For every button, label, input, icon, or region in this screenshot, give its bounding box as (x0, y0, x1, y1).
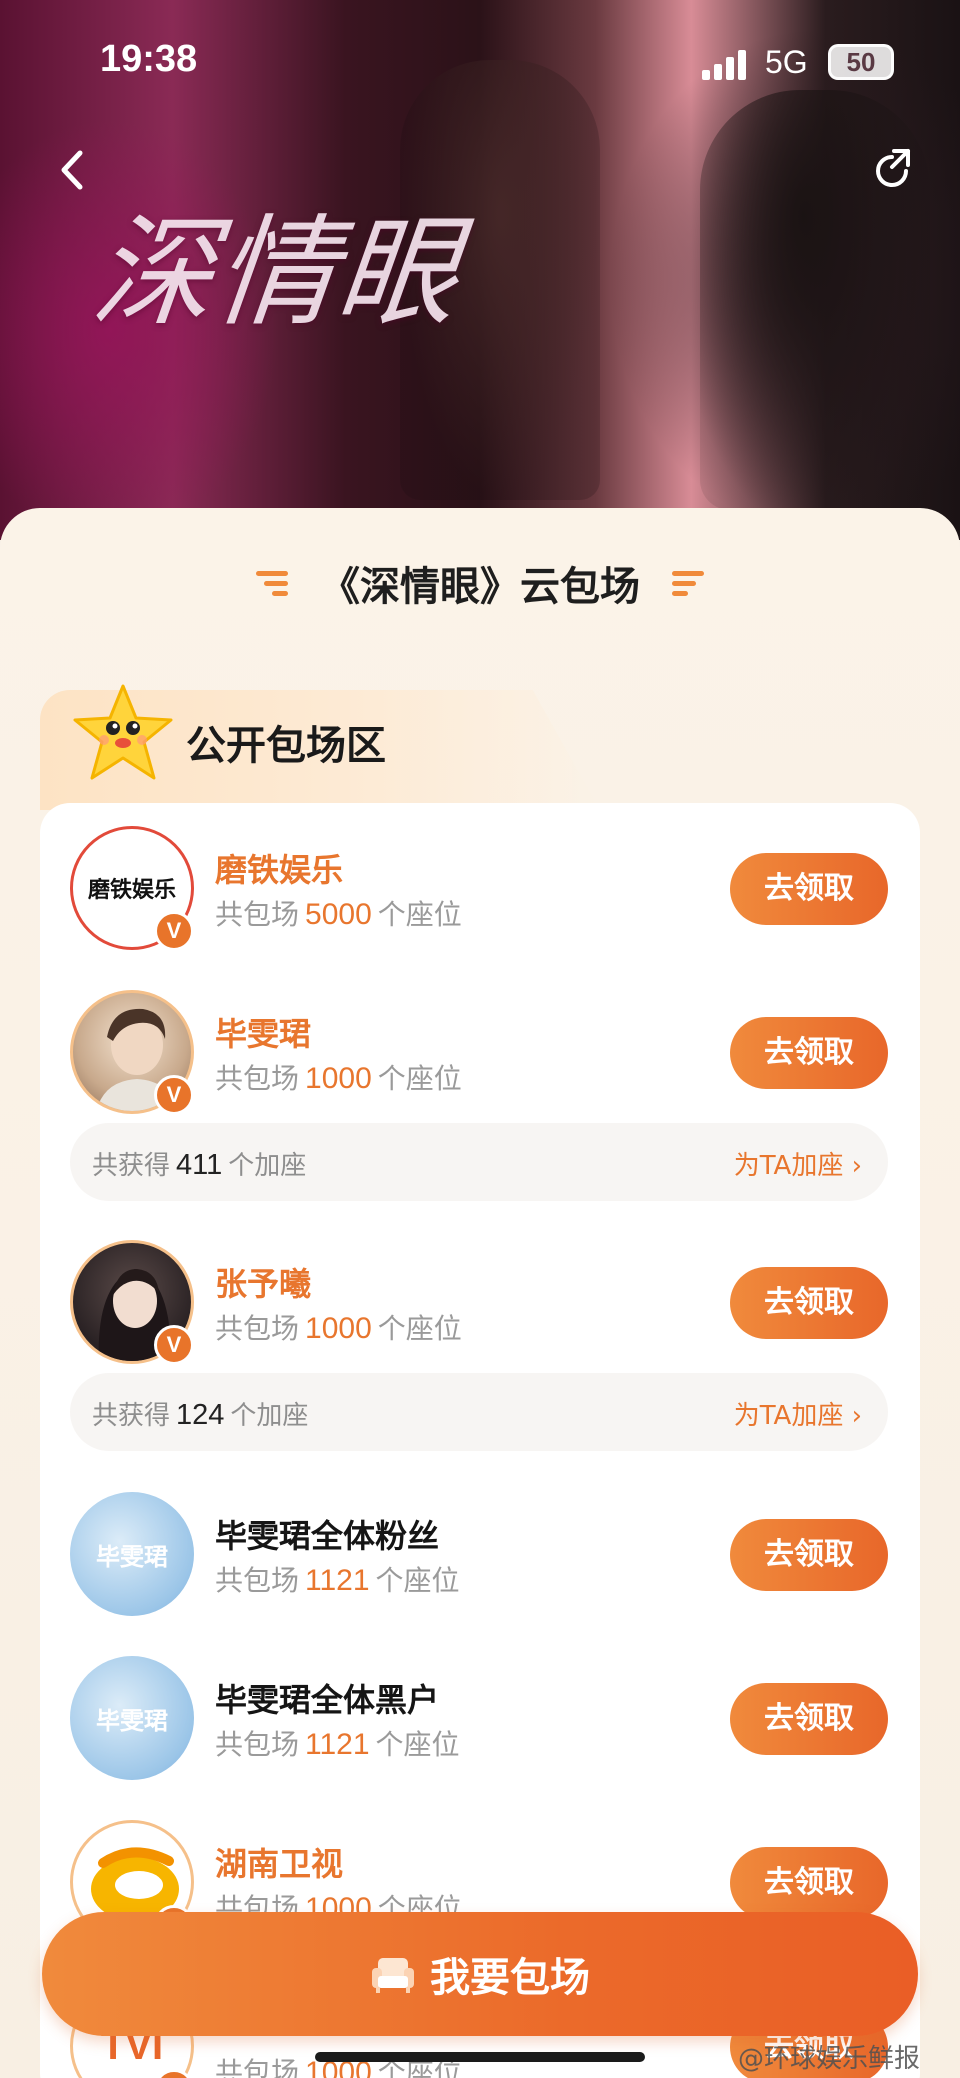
seats-number: 1121 (305, 1564, 370, 1597)
seats-suffix: 个座位 (377, 898, 462, 931)
seats-number: 5000 (305, 898, 372, 931)
seats-suffix: 个座位 (377, 1312, 462, 1345)
section-header: 《深情眼》云包场 (0, 548, 960, 618)
sponsor-name: 毕雯珺 (215, 1015, 312, 1053)
seats-prefix: 共包场 (215, 1564, 300, 1597)
sofa-icon (372, 1958, 414, 1993)
extra-suffix: 个加座 (230, 1401, 309, 1431)
claim-button[interactable]: 去领取 (730, 1267, 888, 1339)
claim-button[interactable]: 去领取 (730, 1847, 888, 1919)
extra-number: 411 (176, 1149, 223, 1181)
seat-count: 共包场 1000 个座位 (215, 1057, 462, 1097)
back-arrow-icon (61, 150, 83, 190)
seat-count: 共包场 5000 个座位 (215, 893, 462, 933)
back-button[interactable] (50, 145, 100, 195)
list-item: 毕雯珺 毕雯珺全体粉丝 共包场 1121 个座位 去领取 (40, 1489, 920, 1619)
verified-badge-icon: V (154, 1075, 194, 1115)
seat-list: 磨铁娱乐 V 磨铁娱乐 共包场 5000 个座位 去领取 V 毕雯珺 共包场 1000… (40, 803, 920, 2078)
zone-title: 公开包场区 (186, 723, 386, 769)
share-button[interactable] (868, 145, 918, 195)
star-mascot-icon (68, 680, 178, 790)
claim-button[interactable]: 去领取 (730, 1017, 888, 1089)
claim-button[interactable]: 去领取 (730, 853, 888, 925)
seats-suffix: 个座位 (377, 1062, 462, 1095)
seats-number: 1121 (305, 1728, 370, 1761)
sponsor-name: 湖南卫视 (215, 1845, 344, 1883)
seats-prefix: 共包场 (215, 1728, 300, 1761)
content-panel: 《深情眼》云包场 公开包场区 磨铁娱乐 V 磨铁娱乐 共包场 5000 个座位 … (0, 508, 960, 2078)
watermark: @环球娱乐鲜报 (738, 2044, 921, 2074)
seats-number: 1000 (305, 1312, 372, 1345)
sponsor-name: 张予曦 (215, 1265, 312, 1303)
add-seat-link[interactable]: 为TA加座 › (734, 1145, 862, 1182)
list-item: 磨铁娱乐 V 磨铁娱乐 共包场 5000 个座位 去领取 (40, 823, 920, 953)
extra-number: 124 (176, 1399, 225, 1431)
book-screening-button[interactable]: 我要包场 (42, 1912, 918, 2036)
avatar-label: 毕雯珺 (96, 1705, 168, 1735)
seats-prefix: 共包场 (215, 1312, 300, 1345)
verified-badge-icon: V (154, 1325, 194, 1365)
extra-seat-bar: 共获得 124 个加座 为TA加座 › (70, 1373, 888, 1451)
title-deco-right-icon (666, 567, 704, 599)
list-item: V 毕雯珺 共包场 1000 个座位 去领取 共获得 411 个加座 为TA加座 › (40, 987, 920, 1217)
sponsor-name: 毕雯珺全体粉丝 (215, 1517, 440, 1555)
status-bar: 19:38 5G 50 (0, 0, 960, 130)
signal-icon (702, 48, 750, 80)
book-screening-label: 我要包场 (430, 1955, 590, 2001)
seat-count: 共包场 1000 个座位 (215, 1307, 462, 1347)
verified-badge-icon: V (154, 911, 194, 951)
claim-button[interactable]: 去领取 (730, 1683, 888, 1755)
list-item: 毕雯珺 毕雯珺全体黑户 共包场 1121 个座位 去领取 (40, 1653, 920, 1783)
seats-prefix: 共包场 (215, 898, 300, 931)
avatar-label: 毕雯珺 (96, 1541, 168, 1571)
network-type: 5G (765, 44, 808, 80)
claim-button[interactable]: 去领取 (730, 1519, 888, 1591)
list-item: V 张予曦 共包场 1000 个座位 去领取 共获得 124 个加座 为TA加座 › (40, 1237, 920, 1467)
extra-seat-bar: 共获得 411 个加座 为TA加座 › (70, 1123, 888, 1201)
page-title: 《深情眼》云包场 (320, 564, 640, 610)
seats-suffix: 个座位 (375, 1564, 460, 1597)
hero-title: 深情眼 (86, 204, 468, 343)
share-icon (876, 149, 910, 187)
add-seat-link[interactable]: 为TA加座 › (734, 1395, 862, 1432)
avatar[interactable]: 毕雯珺 (70, 1656, 194, 1780)
extra-seat-count: 共获得 124 个加座 (92, 1395, 308, 1432)
extra-prefix: 共获得 (92, 1151, 171, 1181)
sponsor-name: 磨铁娱乐 (215, 851, 344, 889)
seats-prefix: 共包场 (215, 2056, 300, 2078)
status-time: 19:38 (100, 38, 198, 80)
extra-prefix: 共获得 (92, 1401, 171, 1431)
seats-prefix: 共包场 (215, 1062, 300, 1095)
seat-count: 共包场 1121 个座位 (215, 1559, 460, 1599)
battery-icon: 50 (828, 44, 894, 80)
seats-number: 1000 (305, 1062, 372, 1095)
extra-seat-count: 共获得 411 个加座 (92, 1145, 306, 1182)
title-deco-left-icon (256, 567, 294, 599)
extra-suffix: 个加座 (228, 1151, 307, 1181)
home-indicator[interactable] (315, 2052, 645, 2062)
seat-count: 共包场 1121 个座位 (215, 1723, 460, 1763)
avatar[interactable]: 毕雯珺 (70, 1492, 194, 1616)
sponsor-name: 毕雯珺全体黑户 (215, 1681, 440, 1719)
seats-suffix: 个座位 (375, 1728, 460, 1761)
